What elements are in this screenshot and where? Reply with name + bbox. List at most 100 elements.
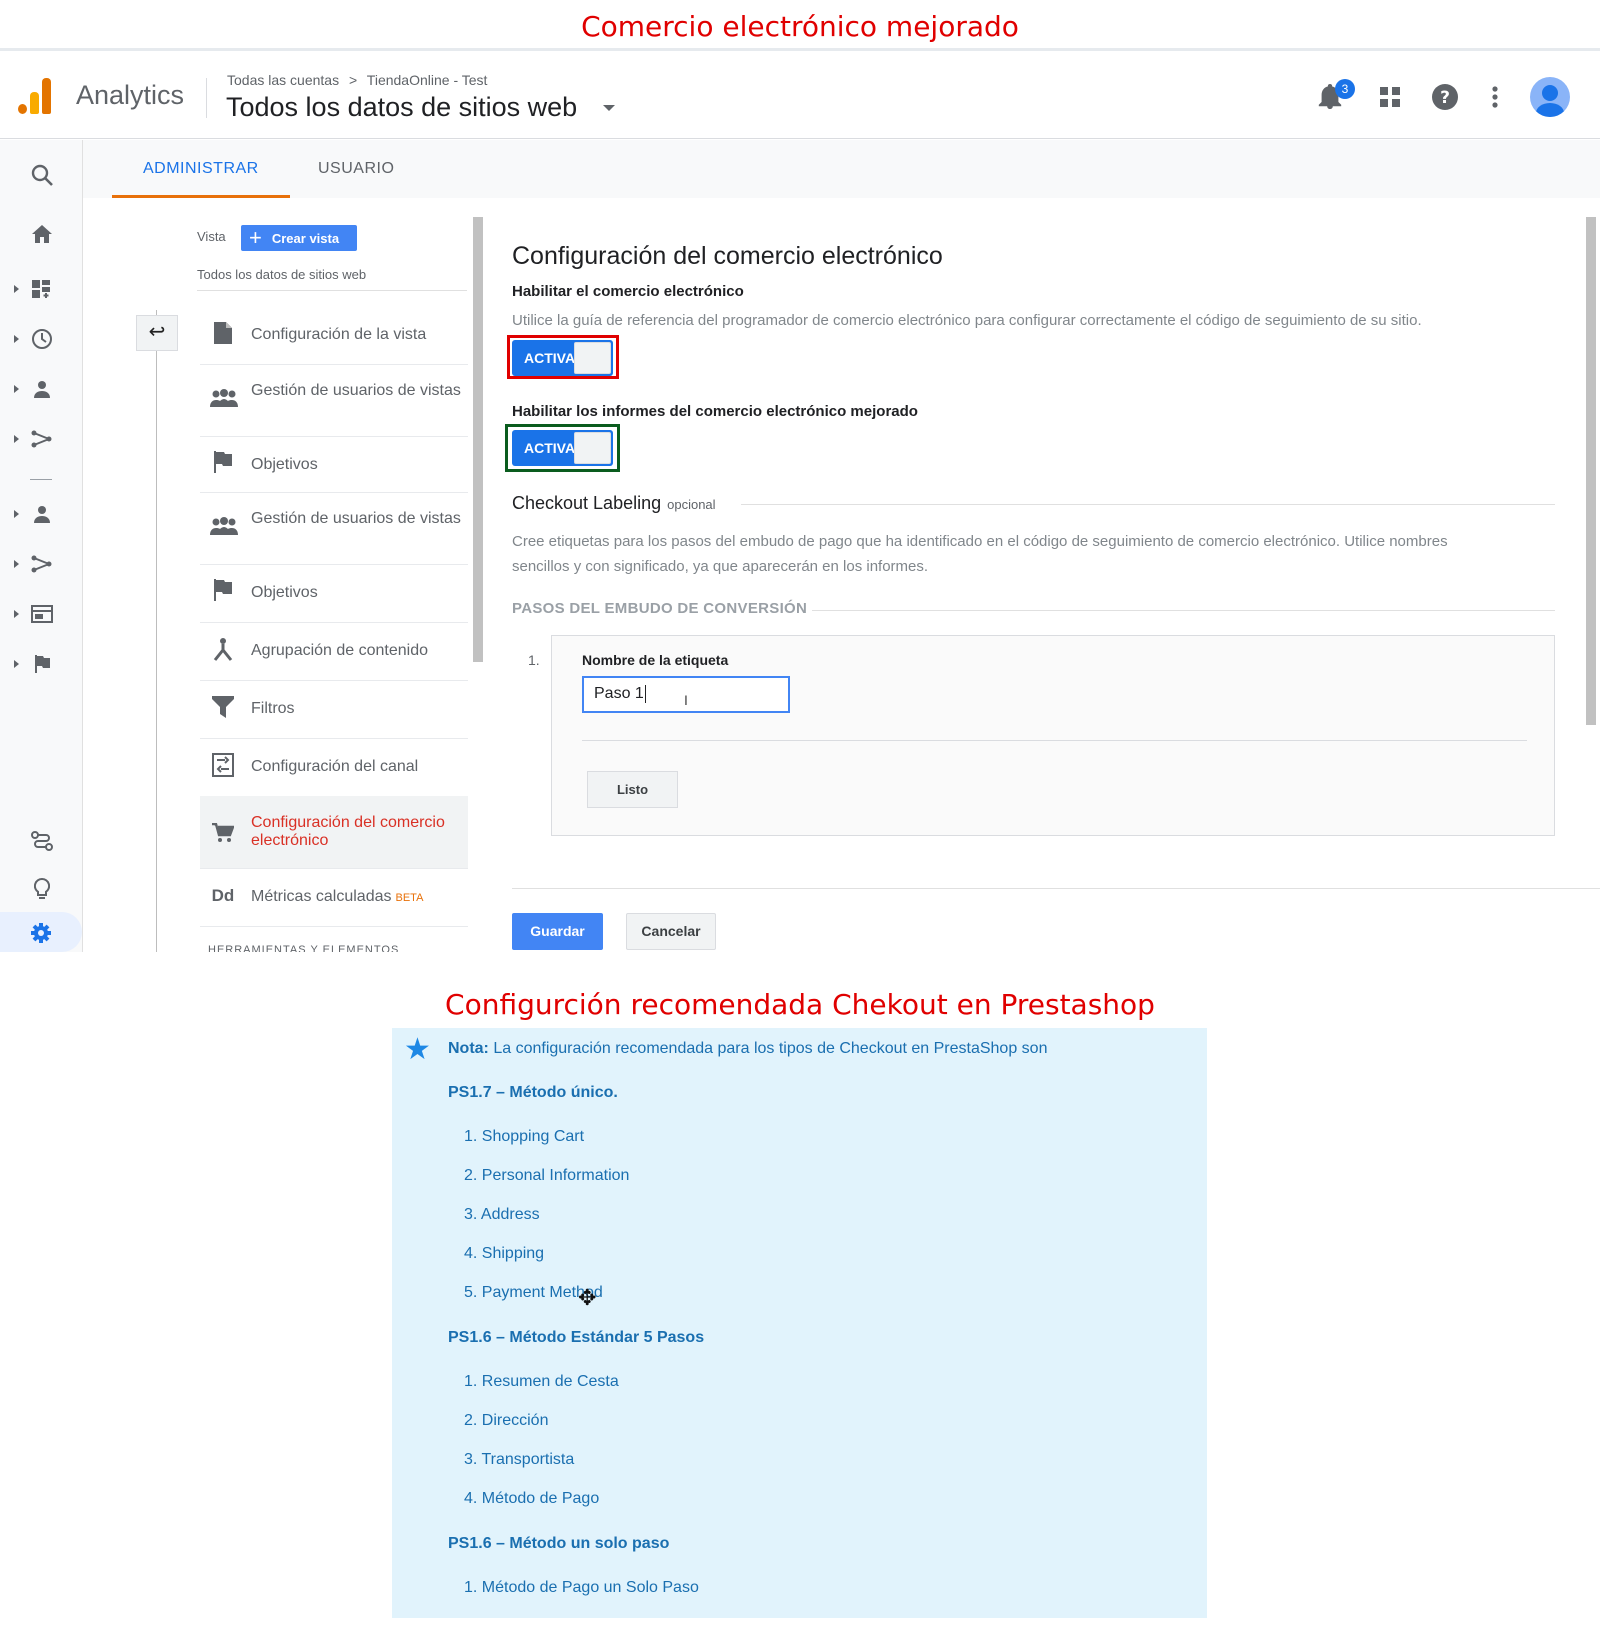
menu-item-label: Configuración de la vista — [251, 326, 427, 343]
view-selector[interactable]: Todos los datos de sitios web — [226, 92, 577, 123]
group-title: PS1.6 – Método un solo paso — [448, 1535, 670, 1552]
top-caption: Comercio electrónico mejorado — [581, 10, 1019, 43]
menu-item-view-settings[interactable]: Configuración de la vista — [200, 308, 468, 365]
expand-arrow-icon[interactable] — [14, 435, 19, 443]
conversions-flag-icon[interactable] — [26, 648, 58, 680]
dd-icon: Dd — [211, 886, 235, 905]
optional-tag: opcional — [667, 497, 716, 512]
column-guide-line — [156, 310, 157, 952]
list-item: 1. Método de Pago un Solo Paso — [464, 1579, 699, 1596]
text-caret — [644, 685, 646, 703]
note-intro: Nota: La configuración recomendada para … — [448, 1040, 1047, 1058]
tab-administrar[interactable]: ADMINISTRAR — [143, 160, 259, 178]
left-column-scrollbar[interactable] — [473, 217, 483, 662]
toggle-on-label: ACTIVA — [524, 440, 576, 456]
flag-icon — [210, 451, 236, 479]
help-icon[interactable]: ? — [1430, 82, 1460, 112]
behavior-window-icon[interactable] — [26, 598, 58, 630]
menu-item-channel-settings[interactable]: Configuración del canal — [200, 738, 468, 797]
menu-item-ecommerce-settings[interactable]: Configuración del comercio electrónico — [200, 796, 468, 869]
more-vert-icon[interactable] — [1480, 82, 1510, 112]
back-arrow-icon[interactable]: ↩ — [136, 315, 178, 351]
menu-item-label: Métricas calculadas BETA — [251, 888, 461, 907]
expand-arrow-icon[interactable] — [14, 560, 19, 568]
expand-arrow-icon[interactable] — [14, 335, 19, 343]
realtime-clock-icon[interactable] — [26, 323, 58, 355]
menu-item-label: Agrupación de contenido — [251, 642, 429, 659]
divider — [812, 610, 1555, 611]
menu-item-content-grouping[interactable]: Agrupación de contenido — [200, 622, 468, 681]
people-icon — [210, 517, 238, 541]
expand-arrow-icon[interactable] — [14, 385, 19, 393]
menu-item-label: Gestión de usuarios de vistas — [251, 510, 461, 527]
done-button[interactable]: Listo — [587, 771, 678, 808]
note-prefix: Nota: — [448, 1040, 489, 1057]
step-name-value: Paso 1 — [594, 685, 644, 703]
filter-icon — [210, 696, 236, 724]
expand-arrow-icon[interactable] — [14, 510, 19, 518]
search-icon[interactable] — [26, 159, 58, 191]
channel-icon — [210, 753, 236, 783]
expand-arrow-icon[interactable] — [14, 285, 19, 293]
account-avatar-icon[interactable] — [1530, 77, 1570, 117]
note-text: La configuración recomendada para los ti… — [488, 1040, 1048, 1057]
acquisition-icon[interactable] — [26, 548, 58, 580]
note-panel: ★ Nota: La configuración recomendada par… — [392, 1028, 1207, 1618]
analytics-logo-icon[interactable] — [18, 78, 54, 114]
list-item: 3. Address — [464, 1206, 540, 1223]
menu-item-calculated-metrics[interactable]: Dd Métricas calculadas BETA — [200, 868, 468, 927]
menu-item-goals-2[interactable]: Objetivos — [200, 564, 468, 623]
acquisition-icon[interactable] — [26, 423, 58, 455]
rail-divider — [30, 479, 52, 480]
caption-divider — [0, 48, 1600, 51]
home-icon[interactable] — [26, 218, 58, 250]
enhanced-ecommerce-toggle[interactable]: ACTIVA — [512, 430, 613, 466]
hierarchy-icon — [210, 637, 236, 667]
expand-arrow-icon[interactable] — [14, 610, 19, 618]
enable-enhanced-heading: Habilitar los informes del comercio elec… — [512, 403, 918, 420]
menu-item-label: Objetivos — [251, 584, 318, 601]
notification-badge: 3 — [1335, 79, 1355, 99]
breadcrumb[interactable]: Todas las cuentas > TiendaOnline - Test — [227, 72, 487, 88]
create-view-button[interactable]: + Crear vista — [241, 225, 357, 251]
breadcrumb-property[interactable]: TiendaOnline - Test — [367, 72, 488, 88]
menu-item-label: Gestión de usuarios de vistas — [251, 382, 461, 399]
menu-item-view-user-management[interactable]: Gestión de usuarios de vistas — [200, 364, 468, 437]
menu-item-view-user-management-2[interactable]: Gestión de usuarios de vistas — [200, 492, 468, 565]
insights-lightbulb-icon[interactable] — [26, 873, 58, 905]
flag-icon — [210, 579, 236, 607]
person-icon[interactable] — [26, 498, 58, 530]
menu-item-filters[interactable]: Filtros — [200, 680, 468, 739]
expand-arrow-icon[interactable] — [14, 660, 19, 668]
attribution-icon[interactable] — [26, 825, 58, 857]
app-name: Analytics — [76, 80, 185, 110]
tab-usuario[interactable]: USUARIO — [318, 160, 394, 178]
checkout-description-line1: Cree etiquetas para los pasos del embudo… — [512, 533, 1448, 550]
breadcrumb-account[interactable]: Todas las cuentas — [227, 72, 339, 88]
save-button[interactable]: Guardar — [512, 913, 603, 950]
list-item: 4. Método de Pago — [464, 1490, 600, 1507]
ecommerce-toggle[interactable]: ACTIVA — [512, 340, 613, 376]
customization-dashboard-icon[interactable] — [26, 273, 58, 305]
apps-grid-icon[interactable] — [1375, 82, 1405, 112]
calculated-metrics-label: Métricas calculadas — [251, 888, 392, 905]
divider — [197, 290, 467, 291]
caret-down-icon[interactable] — [603, 105, 615, 111]
menu-item-goals[interactable]: Objetivos — [200, 436, 468, 493]
toggle-on-label: ACTIVA — [524, 350, 576, 366]
toggle-knob — [574, 432, 611, 464]
left-nav-rail — [0, 140, 83, 952]
star-icon: ★ — [404, 1033, 431, 1066]
menu-item-label: Objetivos — [251, 456, 318, 473]
list-item: 3. Transportista — [464, 1451, 575, 1468]
list-item: 2. Dirección — [464, 1412, 549, 1429]
create-view-label: Crear vista — [271, 230, 340, 246]
main-scrollbar[interactable] — [1586, 217, 1596, 725]
enable-ecommerce-description: Utilice la guía de referencia del progra… — [512, 312, 1422, 329]
cancel-button[interactable]: Cancelar — [626, 913, 716, 950]
checkout-description-line2: sencillos y con significado, ya que apar… — [512, 558, 929, 575]
admin-gear-icon[interactable] — [30, 922, 52, 949]
group-title: PS1.6 – Método Estándar 5 Pasos — [448, 1329, 705, 1346]
menu-item-label: Configuración del comercio electrónico — [251, 814, 445, 849]
audience-person-icon[interactable] — [26, 373, 58, 405]
